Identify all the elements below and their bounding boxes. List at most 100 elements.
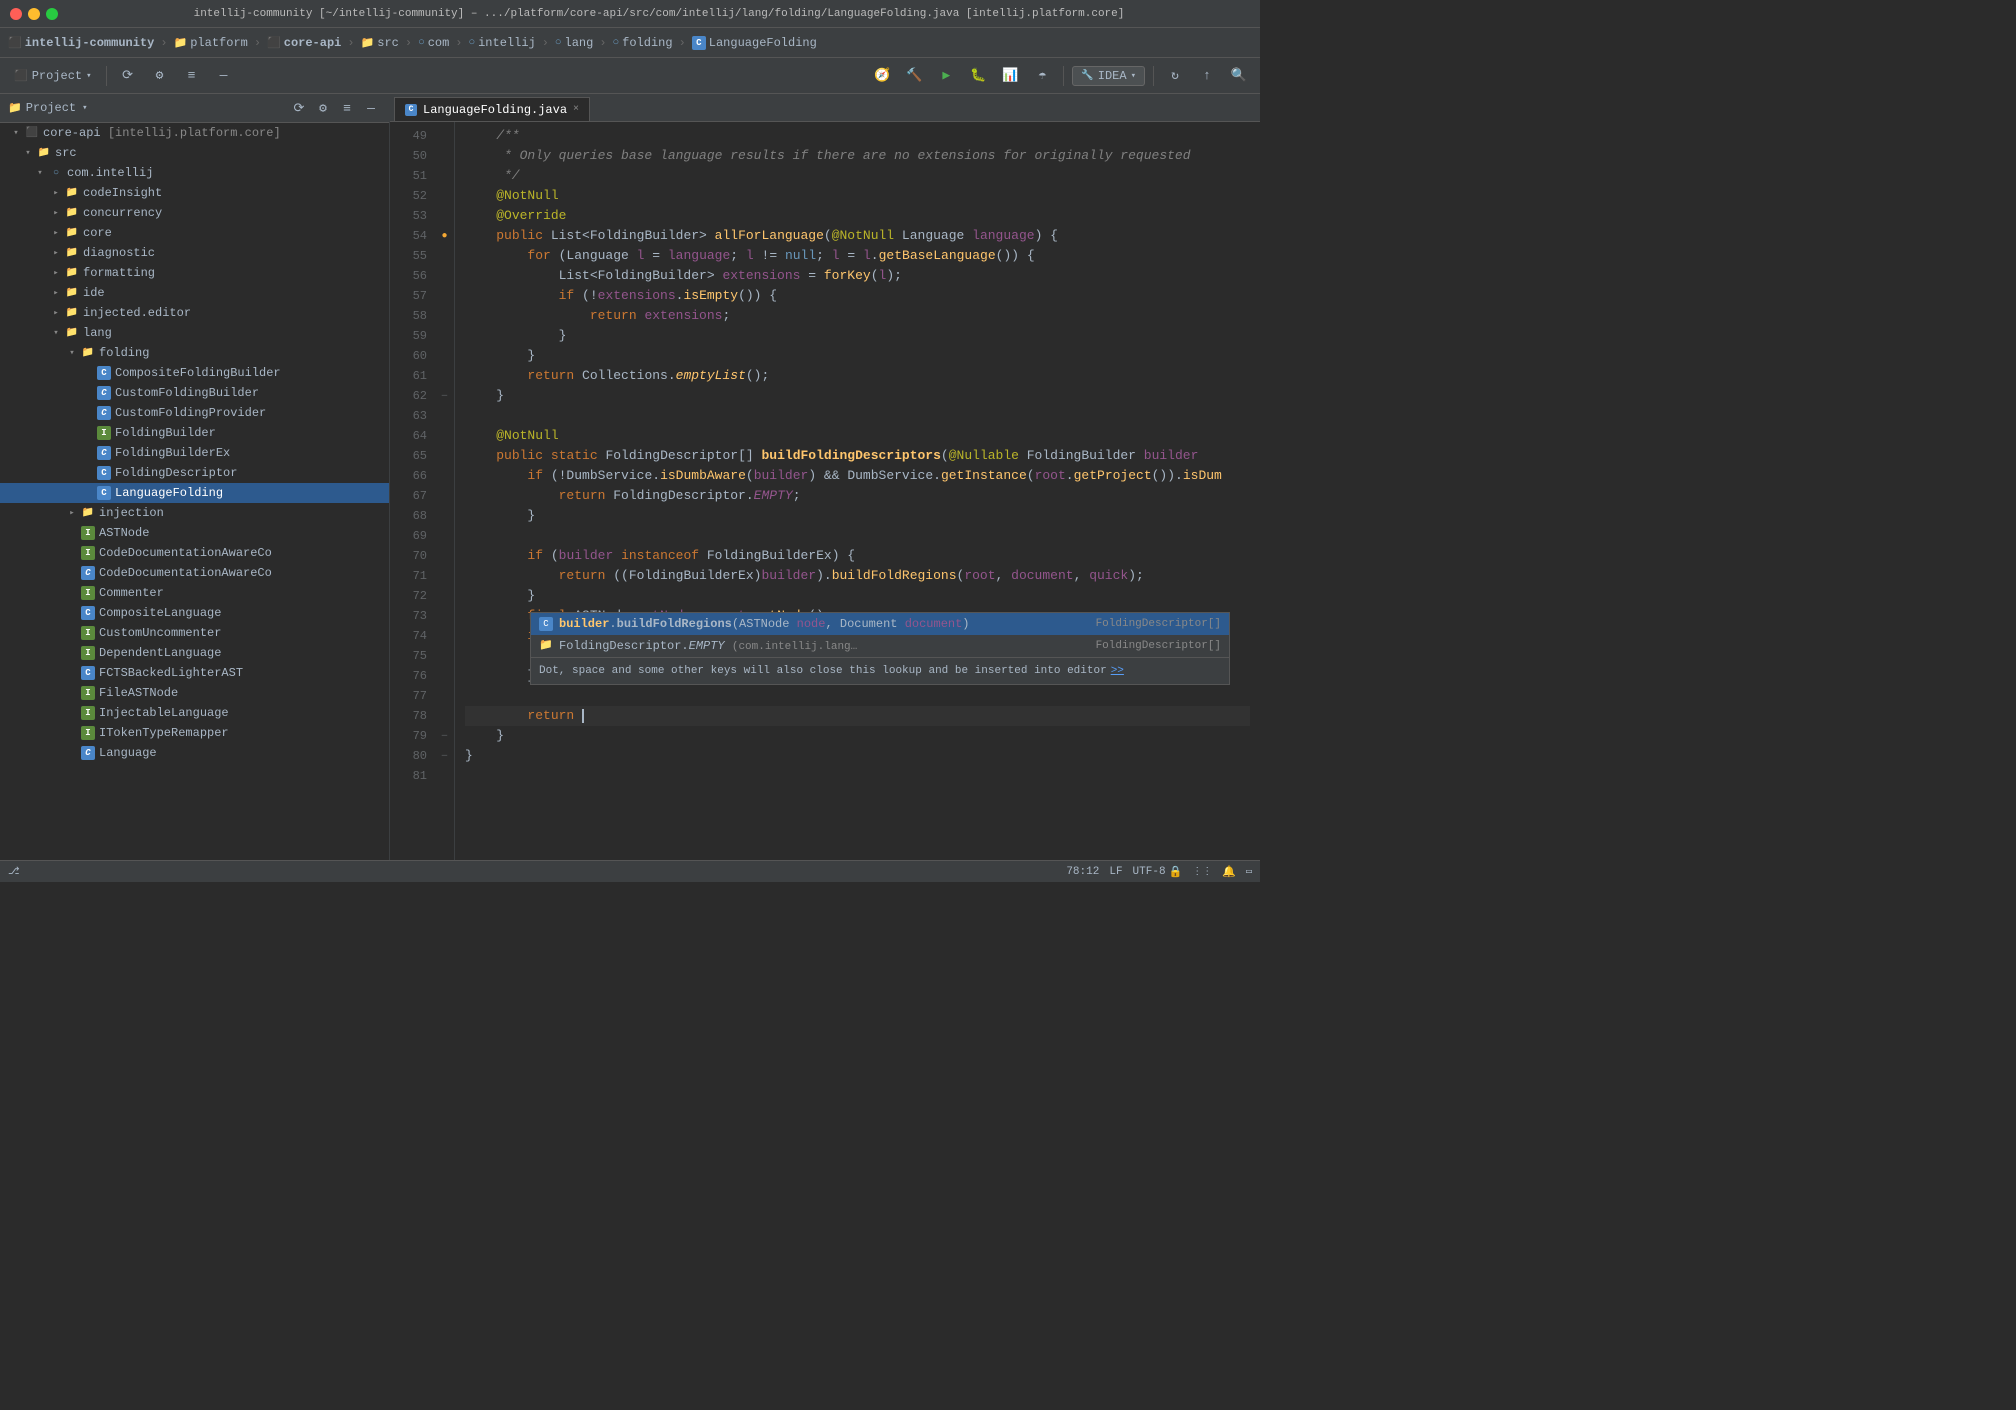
idea-dropdown[interactable]: 🔧 IDEA ▾ xyxy=(1072,66,1145,86)
tree-item-FileASTNode[interactable]: I FileASTNode xyxy=(0,683,389,703)
nav-lang[interactable]: ○ lang xyxy=(555,36,593,50)
sidebar-sync-button[interactable]: ⟳ xyxy=(289,98,309,118)
tree-item-Language[interactable]: C Language xyxy=(0,743,389,763)
collapse-all-button[interactable]: ≡ xyxy=(179,63,205,89)
tree-item-core-api[interactable]: ⬛ core-api [intellij.platform.core] xyxy=(0,123,389,143)
tree-item-codeInsight[interactable]: 📁 codeInsight xyxy=(0,183,389,203)
abstract-class-icon: C xyxy=(80,565,96,581)
tree-item-Commenter[interactable]: I Commenter xyxy=(0,583,389,603)
code-line-53: @Override xyxy=(465,206,1250,226)
project-dropdown[interactable]: ⬛ Project ▾ xyxy=(8,63,98,89)
tree-item-CodeDocumentationAwareCo2[interactable]: C CodeDocumentationAwareCo xyxy=(0,563,389,583)
code-line-58: return extensions; xyxy=(465,306,1250,326)
tree-item-injected-editor[interactable]: 📁 injected.editor xyxy=(0,303,389,323)
code-editor[interactable]: /** * Only queries base language results… xyxy=(455,122,1260,860)
code-line-69 xyxy=(465,526,1250,546)
vcs-update-button[interactable]: ↻ xyxy=(1162,63,1188,89)
tree-label: src xyxy=(55,146,77,160)
tree-arrow xyxy=(48,245,64,261)
indentation[interactable]: ⋮⋮ xyxy=(1192,866,1212,878)
tree-item-FoldingBuilderEx[interactable]: C FoldingBuilderEx xyxy=(0,443,389,463)
tree-item-CustomUncommenter[interactable]: I CustomUncommenter xyxy=(0,623,389,643)
tree-item-FoldingDescriptor[interactable]: C FoldingDescriptor xyxy=(0,463,389,483)
sidebar-close-button[interactable]: — xyxy=(361,98,381,118)
coverage-button[interactable]: ☂ xyxy=(1029,63,1055,89)
sidebar-title: 📁 Project ▾ xyxy=(8,101,88,115)
tab-language-folding[interactable]: C LanguageFolding.java × xyxy=(394,97,590,121)
memory-indicator[interactable]: ▭ xyxy=(1246,866,1252,878)
nav-intellij[interactable]: ○ intellij xyxy=(469,36,536,50)
navigate-button[interactable]: 🧭 xyxy=(869,63,895,89)
sidebar-settings-button[interactable]: ⚙ xyxy=(313,98,333,118)
tree-item-formatting[interactable]: 📁 formatting xyxy=(0,263,389,283)
bookmark-icon[interactable]: ● xyxy=(435,226,454,246)
close-button[interactable] xyxy=(10,8,22,20)
tree-item-LanguageFolding[interactable]: C LanguageFolding xyxy=(0,483,389,503)
tree-item-FCTSBackedLighterAST[interactable]: C FCTSBackedLighterAST xyxy=(0,663,389,683)
notifications[interactable]: 🔔 xyxy=(1222,865,1236,879)
tree-item-CodeDocumentationAwareCo1[interactable]: I CodeDocumentationAwareCo xyxy=(0,543,389,563)
encoding[interactable]: UTF-8 🔒 xyxy=(1133,865,1183,879)
profile-button[interactable]: 📊 xyxy=(997,63,1023,89)
ac-item-2[interactable]: 📁 FoldingDescriptor.EMPTY (com.intellij.… xyxy=(531,635,1229,657)
more-button[interactable]: — xyxy=(211,63,237,89)
nav-folding[interactable]: ○ folding xyxy=(613,36,673,50)
nav-language-folding[interactable]: C LanguageFolding xyxy=(692,36,817,50)
status-git[interactable]: ⎇ xyxy=(8,866,20,878)
ac-class-icon: C xyxy=(539,617,553,631)
tree-item-com-intellij[interactable]: ○ com.intellij xyxy=(0,163,389,183)
ac-method-text-2: FoldingDescriptor.EMPTY (com.intellij.la… xyxy=(559,636,1090,657)
sidebar-arrow[interactable]: ▾ xyxy=(82,103,87,113)
tree-item-CustomFoldingProvider[interactable]: C CustomFoldingProvider xyxy=(0,403,389,423)
tree-item-CompositeFoldingBuilder[interactable]: C CompositeFoldingBuilder xyxy=(0,363,389,383)
line-ending[interactable]: LF xyxy=(1109,866,1122,878)
tree-item-folding[interactable]: 📁 folding xyxy=(0,343,389,363)
search-everywhere-button[interactable]: 🔍 xyxy=(1226,63,1252,89)
nav-src[interactable]: 📁 src xyxy=(361,36,399,50)
ac-item-1[interactable]: C builder.buildFoldRegions(ASTNode node,… xyxy=(531,613,1229,635)
tree-item-ide[interactable]: 📁 ide xyxy=(0,283,389,303)
minimize-button[interactable] xyxy=(28,8,40,20)
tree-label: LanguageFolding xyxy=(115,486,223,500)
folder-icon: 📁 xyxy=(36,145,52,161)
tree-item-lang[interactable]: 📁 lang xyxy=(0,323,389,343)
ac-hint-link[interactable]: >> xyxy=(1111,661,1124,681)
folder-icon: 📁 xyxy=(80,345,96,361)
tree-label: CustomUncommenter xyxy=(99,626,221,640)
settings-button[interactable]: ⚙ xyxy=(147,63,173,89)
sync-button[interactable]: ⟳ xyxy=(115,63,141,89)
maximize-button[interactable] xyxy=(46,8,58,20)
sidebar-toolbar: ⟳ ⚙ ≡ — xyxy=(289,98,381,118)
code-line-56: List<FoldingBuilder> extensions = forKey… xyxy=(465,266,1250,286)
tree-item-ASTNode[interactable]: I ASTNode xyxy=(0,523,389,543)
tree-label: FCTSBackedLighterAST xyxy=(99,666,243,680)
nav-intellij-community[interactable]: intellij-community xyxy=(25,36,155,50)
tree-item-CustomFoldingBuilder[interactable]: C CustomFoldingBuilder xyxy=(0,383,389,403)
folder-icon: 📁 xyxy=(80,505,96,521)
tab-close-button[interactable]: × xyxy=(573,104,579,115)
tree-item-diagnostic[interactable]: 📁 diagnostic xyxy=(0,243,389,263)
tree-item-CompositeLanguage[interactable]: C CompositeLanguage xyxy=(0,603,389,623)
nav-com[interactable]: ○ com xyxy=(418,36,449,50)
tree-item-InjectableLanguage[interactable]: I InjectableLanguage xyxy=(0,703,389,723)
folder-icon: 📁 xyxy=(64,225,80,241)
tree-item-injection[interactable]: 📁 injection xyxy=(0,503,389,523)
sidebar-gear-button[interactable]: ≡ xyxy=(337,98,357,118)
tree-item-FoldingBuilder[interactable]: I FoldingBuilder xyxy=(0,423,389,443)
nav-core-api[interactable]: ⬛ core-api xyxy=(267,36,341,50)
tree-item-src[interactable]: 📁 src xyxy=(0,143,389,163)
tree-item-concurrency[interactable]: 📁 concurrency xyxy=(0,203,389,223)
sidebar-folder-icon: 📁 xyxy=(8,101,22,115)
bell-icon: 🔔 xyxy=(1222,865,1236,879)
tree-item-ITokenTypeRemapper[interactable]: I ITokenTypeRemapper xyxy=(0,723,389,743)
debug-button[interactable]: 🐛 xyxy=(965,63,991,89)
nav-platform[interactable]: 📁 platform xyxy=(174,36,248,50)
run-button[interactable]: ▶ xyxy=(933,63,959,89)
tree-arrow xyxy=(48,185,64,201)
cursor-position[interactable]: 78:12 xyxy=(1066,866,1099,878)
build-button[interactable]: 🔨 xyxy=(901,63,927,89)
vcs-push-button[interactable]: ↑ xyxy=(1194,63,1220,89)
tree-item-DependentLanguage[interactable]: I DependentLanguage xyxy=(0,643,389,663)
tree-item-core[interactable]: 📁 core xyxy=(0,223,389,243)
memory-text: ▭ xyxy=(1246,866,1252,878)
